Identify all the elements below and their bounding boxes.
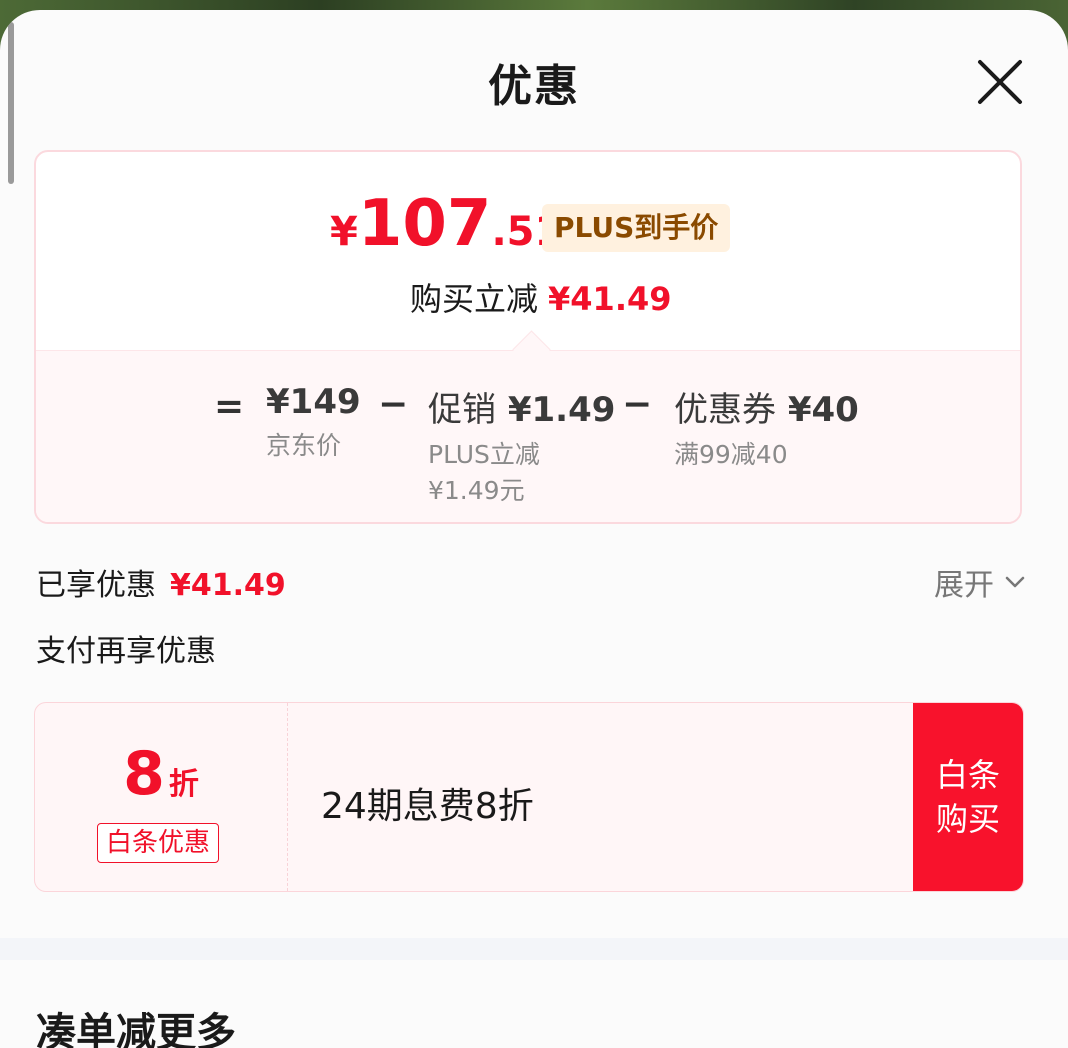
baitiao-discount: 8折 [35,739,287,809]
coupon-label: 优惠券 [674,390,776,430]
coupon-item: 优惠券 ¥40 满99减40 [674,382,859,473]
coupon-condition: 满99减40 [674,440,788,469]
price-dot: . [491,209,507,255]
discount-unit: 折 [168,767,199,802]
baitiao-buy-button[interactable]: 白条购买 [913,703,1023,891]
baitiao-offer-card[interactable]: 8折 白条优惠 24期息费8折 白条购买 [34,702,1024,892]
enjoyed-discount: 已享优惠 ¥41.49 [36,560,286,604]
currency-symbol: ¥ [330,209,358,255]
enjoyed-discount-amount: ¥41.49 [170,568,286,603]
promotion-label: 促销 [428,390,496,430]
bundle-section-title: 凑单减更多 [36,1010,236,1048]
price-integer: 107 [357,187,492,261]
promotion-sub-line2: ¥1.49元 [428,476,525,505]
minus-sign-1: − [378,384,409,425]
close-icon [978,60,1022,104]
promotion-sheet: 优惠 ¥107.51 PLUS到手价 购买立减 ¥41.49 = ¥149 京东价… [0,10,1068,1048]
equals-sign: = [214,386,245,427]
baitiao-buy-label: 白条购买 [936,756,1001,838]
plus-price-badge: PLUS到手价 [542,204,731,252]
close-button[interactable] [974,56,1026,108]
section-divider [0,938,1068,960]
sheet-title: 优惠 [488,61,580,112]
instant-discount: 购买立减 ¥41.49 [410,274,672,320]
jd-price-item: ¥149 京东价 [266,382,361,464]
jd-price-label: 京东价 [266,431,342,460]
chevron-down-icon [1005,576,1025,588]
payment-discount-title: 支付再享优惠 [36,634,216,669]
enjoyed-discount-label: 已享优惠 [36,568,156,603]
price-summary-card: ¥107.51 PLUS到手价 购买立减 ¥41.49 = ¥149 京东价 − … [34,150,1022,524]
promotion-sub-line1: PLUS立减 [428,440,540,469]
final-price: ¥107.51 [330,192,562,256]
baitiao-tag: 白条优惠 [97,823,220,863]
baitiao-description: 24期息费8折 [321,786,534,827]
expand-button[interactable]: 展开 [934,560,1026,604]
coupon-amount: ¥40 [787,390,859,430]
expand-label: 展开 [934,568,994,603]
instant-discount-amount: ¥41.49 [548,280,672,318]
jd-price-amount: ¥149 [266,382,361,422]
promotion-item: 促销 ¥1.49 PLUS立减 ¥1.49元 [428,382,615,509]
discount-number: 8 [123,739,165,809]
minus-sign-2: − [622,384,653,425]
instant-discount-label: 购买立减 [410,280,539,318]
promotion-amount: ¥1.49 [507,390,616,430]
